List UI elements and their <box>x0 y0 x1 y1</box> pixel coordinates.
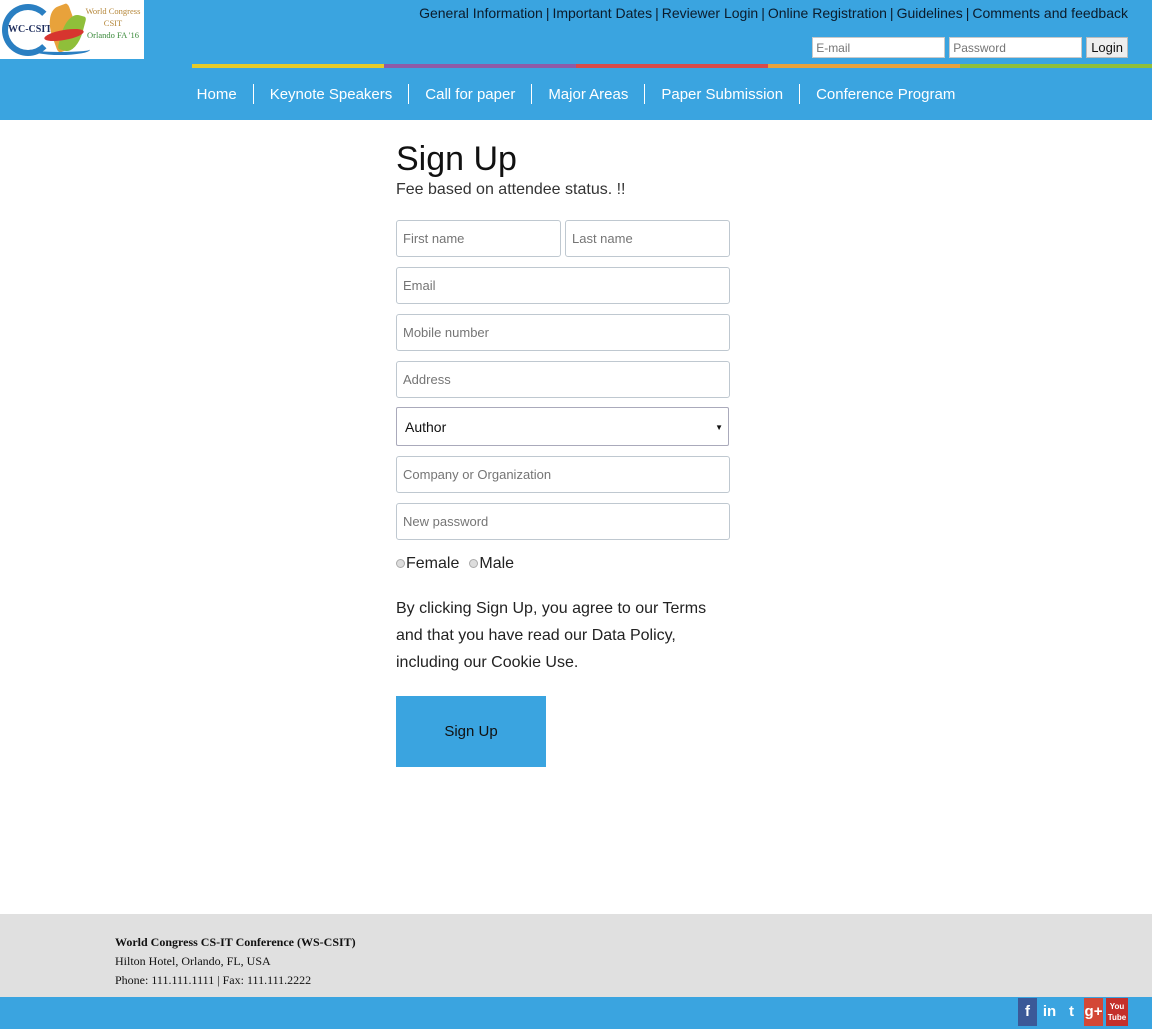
link-general-information[interactable]: General Information <box>419 5 543 21</box>
nav-call-for-paper[interactable]: Call for paper <box>425 86 515 103</box>
gender-male-label: Male <box>479 555 515 572</box>
link-online-registration[interactable]: Online Registration <box>768 5 887 21</box>
mobile-field[interactable] <box>396 314 730 351</box>
link-reviewer-login[interactable]: Reviewer Login <box>662 5 759 21</box>
radio-male[interactable] <box>469 559 479 569</box>
twitter-icon[interactable]: t <box>1062 998 1081 1026</box>
last-name-field[interactable] <box>565 220 730 257</box>
gender-male-option[interactable]: Male <box>469 555 514 573</box>
nav-home[interactable]: Home <box>197 86 237 103</box>
footer-org: World Congress CS-IT Conference (WS-CSIT… <box>115 935 356 949</box>
address-field[interactable] <box>396 361 730 398</box>
conference-logo[interactable]: WC-CSIT World Congress CSIT Orlando FA '… <box>0 0 144 59</box>
nav-keynote-speakers[interactable]: Keynote Speakers <box>270 86 393 103</box>
link-separator: | <box>545 5 550 21</box>
link-guidelines[interactable]: Guidelines <box>897 5 963 21</box>
first-name-field[interactable] <box>396 220 561 257</box>
link-separator: | <box>889 5 894 21</box>
logo-line: World Congress <box>85 6 141 16</box>
logo-line: CSIT <box>103 18 123 28</box>
top-header: WC-CSIT World Congress CSIT Orlando FA '… <box>0 0 1152 66</box>
nav-divider <box>408 84 410 104</box>
header-email-input[interactable] <box>812 37 946 58</box>
gender-female-option[interactable]: Female <box>396 555 459 573</box>
link-separator: | <box>965 5 970 21</box>
login-button[interactable]: Login <box>1086 37 1128 58</box>
nav-major-areas[interactable]: Major Areas <box>548 86 628 103</box>
page-subtitle: Fee based on attendee status. !! <box>396 181 626 198</box>
footer-address: Hilton Hotel, Orlando, FL, USA <box>115 954 271 968</box>
top-links: General Information | Important Dates | Revi… <box>419 5 1128 21</box>
radio-female[interactable] <box>396 559 405 569</box>
select-value: Author <box>405 418 447 435</box>
logo-text: World Congress CSIT Orlando FA '16 <box>82 5 144 41</box>
signup-button[interactable]: Sign Up <box>396 696 546 767</box>
logo-abbr: WC-CSIT <box>8 24 52 35</box>
chevron-down-icon: ▼ <box>715 423 723 432</box>
header-login: Login <box>812 37 1128 58</box>
google-plus-icon[interactable]: g+ <box>1084 998 1103 1026</box>
terms-text: By clicking Sign Up, you agree to our Te… <box>396 600 707 671</box>
nav-divider <box>252 84 254 104</box>
nav-divider <box>644 84 646 104</box>
facebook-icon[interactable]: f <box>1018 998 1037 1026</box>
logo-wave-icon <box>30 44 90 55</box>
nav-paper-submission[interactable]: Paper Submission <box>661 86 783 103</box>
page-title: Sign Up <box>396 140 517 178</box>
link-separator: | <box>655 5 659 21</box>
bottom-bar: f in t g+ You Tube <box>0 997 1152 1029</box>
main-nav: Home Keynote Speakers Call for paper Maj… <box>0 68 1152 120</box>
footer-info: World Congress CS-IT Conference (WS-CSIT… <box>115 933 356 990</box>
company-field[interactable] <box>396 456 730 493</box>
new-password-field[interactable] <box>396 503 730 540</box>
link-comments-feedback[interactable]: Comments and feedback <box>972 5 1128 21</box>
header-password-input[interactable] <box>949 37 1083 58</box>
name-row <box>396 220 730 257</box>
youtube-icon[interactable]: You Tube <box>1106 998 1128 1026</box>
footer-contact: Phone: 111.111.1111 | Fax: 111.111.2222 <box>115 973 312 987</box>
linkedin-icon[interactable]: in <box>1040 998 1059 1026</box>
gender-female-label: Female <box>406 555 460 572</box>
logo-line: Orlando FA '16 <box>87 30 139 40</box>
link-important-dates[interactable]: Important Dates <box>552 5 652 21</box>
nav-divider <box>799 84 801 104</box>
attendee-status-select[interactable]: Author ▼ <box>396 407 729 446</box>
footer: World Congress CS-IT Conference (WS-CSIT… <box>0 914 1152 997</box>
social-links: f in t g+ You Tube <box>1018 998 1128 1026</box>
link-separator: | <box>761 5 765 21</box>
email-field[interactable] <box>396 267 730 304</box>
nav-conference-program[interactable]: Conference Program <box>816 86 955 103</box>
gender-options: Female Male <box>396 555 730 573</box>
nav-divider <box>531 84 533 104</box>
signup-form: Sign Up Fee based on attendee status. !!… <box>396 140 730 767</box>
